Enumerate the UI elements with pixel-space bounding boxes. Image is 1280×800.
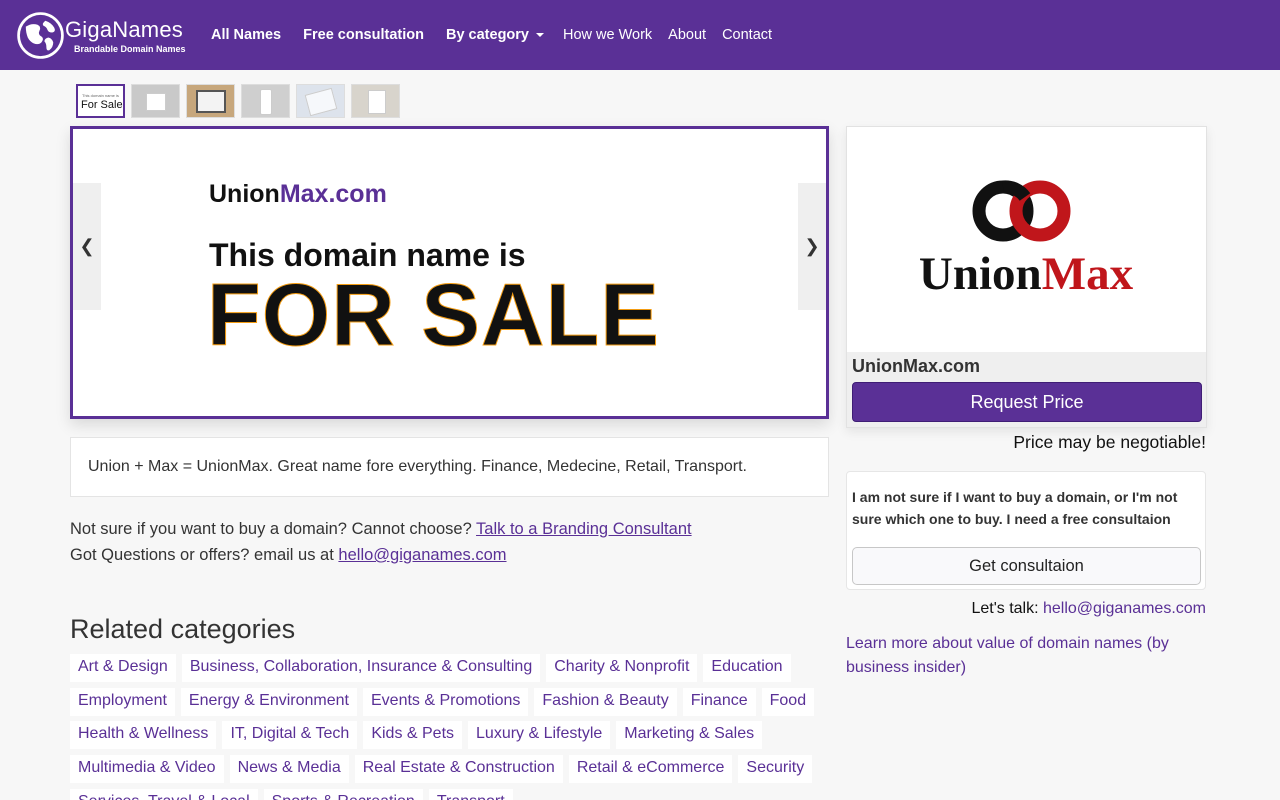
mockup-image — [304, 87, 338, 117]
get-consultation-button[interactable]: Get consultaion — [852, 547, 1201, 585]
category-tag[interactable]: Kids & Pets — [363, 721, 463, 750]
talk-email-link[interactable]: hello@giganames.com — [1043, 600, 1206, 617]
category-tag[interactable]: Food — [761, 687, 815, 716]
branding-consultant-link[interactable]: Talk to a Branding Consultant — [476, 520, 692, 538]
info-line-consultant: Not sure if you want to buy a domain? Ca… — [70, 520, 692, 538]
category-tag[interactable]: Luxury & Lifestyle — [468, 721, 611, 750]
category-tag[interactable]: Fashion & Beauty — [534, 687, 677, 716]
consultation-box: I am not sure if I want to buy a domain,… — [846, 471, 1206, 590]
slide-domain-name: UnionMax.com — [209, 180, 387, 208]
nav-how-we-work[interactable]: How we Work — [555, 27, 660, 43]
category-tag[interactable]: Employment — [70, 687, 175, 716]
category-tag[interactable]: Multimedia & Video — [70, 755, 224, 784]
thumbnail-for-sale[interactable]: This domain name is For Sale — [76, 84, 125, 118]
slide-for-sale: FOR SALE — [207, 265, 660, 364]
info-line-email: Got Questions or offers? email us at hel… — [70, 546, 507, 564]
category-tag[interactable]: Art & Design — [70, 654, 176, 682]
mockup-image — [146, 93, 166, 111]
thumbnail-mockup-frame[interactable] — [351, 84, 400, 118]
category-row: Services, Travel & Local Sports & Recreat… — [70, 788, 830, 800]
thumbnail-big-text: For Sale — [81, 99, 123, 111]
thumbnail-mockup-tablet[interactable] — [186, 84, 235, 118]
carousel-next-button[interactable]: ❯ — [798, 183, 826, 310]
email-link[interactable]: hello@giganames.com — [338, 546, 506, 564]
thumbnail-mockup-card[interactable] — [131, 84, 180, 118]
nav-all-names[interactable]: All Names — [203, 27, 289, 43]
category-tag[interactable]: Sports & Recreation — [263, 788, 423, 800]
brand-name: GigaNames — [65, 17, 183, 42]
category-tag[interactable]: Business, Collaboration, Insurance & Con… — [181, 654, 541, 682]
category-tag[interactable]: Services, Travel & Local — [70, 788, 258, 800]
price-negotiable-note: Price may be negotiable! — [1013, 432, 1206, 452]
category-row: Employment Energy & Environment Events & P… — [70, 687, 830, 722]
domain-logo: UnionMax — [847, 127, 1206, 352]
caret-down-icon — [536, 33, 544, 37]
thumbnail-small-text: This domain name is — [82, 93, 119, 98]
mockup-image — [196, 90, 226, 113]
category-tag[interactable]: Real Estate & Construction — [354, 755, 563, 784]
thumbnail-mockup-phone[interactable] — [241, 84, 290, 118]
main-nav: All Names Free consultation By category … — [203, 0, 780, 70]
category-row: Multimedia & Video News & Media Real Estat… — [70, 755, 830, 789]
info-text: Not sure if you want to buy a domain? Ca… — [70, 516, 692, 568]
request-price-button[interactable]: Request Price — [852, 382, 1202, 422]
domain-card: UnionMax UnionMax.com Request Price — [846, 126, 1207, 428]
nav-by-category-label: By category — [445, 27, 529, 43]
category-tag[interactable]: Health & Wellness — [70, 721, 217, 750]
lets-talk: Let's talk: hello@giganames.com — [971, 600, 1206, 617]
brand-tagline: Brandable Domain Names — [74, 44, 186, 54]
top-navbar: GigaNames Brandable Domain Names All Nam… — [0, 0, 1280, 70]
domain-carousel: ❮ UnionMax.com This domain name is FOR S… — [70, 126, 829, 419]
carousel-thumbnails: This domain name is For Sale — [76, 84, 400, 118]
category-tag[interactable]: Charity & Nonprofit — [546, 654, 698, 682]
interlocked-rings-icon: UnionMax — [919, 180, 1134, 300]
category-tag[interactable]: Finance — [682, 687, 756, 716]
learn-more-link[interactable]: Learn more about value of domain names (… — [846, 632, 1186, 680]
category-tag[interactable]: Marketing & Sales — [616, 721, 763, 750]
domain-description: Union + Max = UnionMax. Great name fore … — [70, 437, 829, 497]
logo-wordmark: UnionMax — [919, 248, 1134, 300]
category-row: Art & Design Business, Collaboration, Ins… — [70, 654, 830, 688]
mockup-image — [260, 89, 272, 115]
brand-logo-link[interactable]: GigaNames Brandable Domain Names — [16, 10, 196, 62]
category-tag[interactable]: Energy & Environment — [180, 687, 357, 716]
category-row: Health & Wellness IT, Digital & Tech Kids … — [70, 721, 830, 755]
category-tag[interactable]: Security — [738, 755, 813, 784]
card-domain-name: UnionMax.com — [852, 356, 981, 376]
nav-contact[interactable]: Contact — [714, 27, 780, 43]
nav-free-consultation[interactable]: Free consultation — [295, 27, 432, 43]
category-tag[interactable]: Transport — [428, 788, 513, 800]
category-tag[interactable]: Events & Promotions — [363, 687, 529, 716]
nav-about[interactable]: About — [660, 27, 714, 43]
mockup-image — [368, 90, 386, 114]
globe-icon — [17, 12, 64, 59]
consultation-text: I am not sure if I want to buy a domain,… — [852, 489, 1178, 527]
category-tag[interactable]: IT, Digital & Tech — [222, 721, 358, 750]
category-tag[interactable]: News & Media — [229, 755, 349, 784]
related-categories-title: Related categories — [70, 614, 296, 644]
category-tag[interactable]: Education — [703, 654, 791, 682]
thumbnail-mockup-paper[interactable] — [296, 84, 345, 118]
card-footer: UnionMax.com Request Price — [847, 352, 1206, 427]
category-tag[interactable]: Retail & eCommerce — [568, 755, 733, 784]
carousel-prev-button[interactable]: ❮ — [73, 183, 101, 310]
related-categories-list: Art & Design Business, Collaboration, Ins… — [70, 654, 830, 800]
nav-by-category-dropdown[interactable]: By category — [438, 27, 552, 43]
